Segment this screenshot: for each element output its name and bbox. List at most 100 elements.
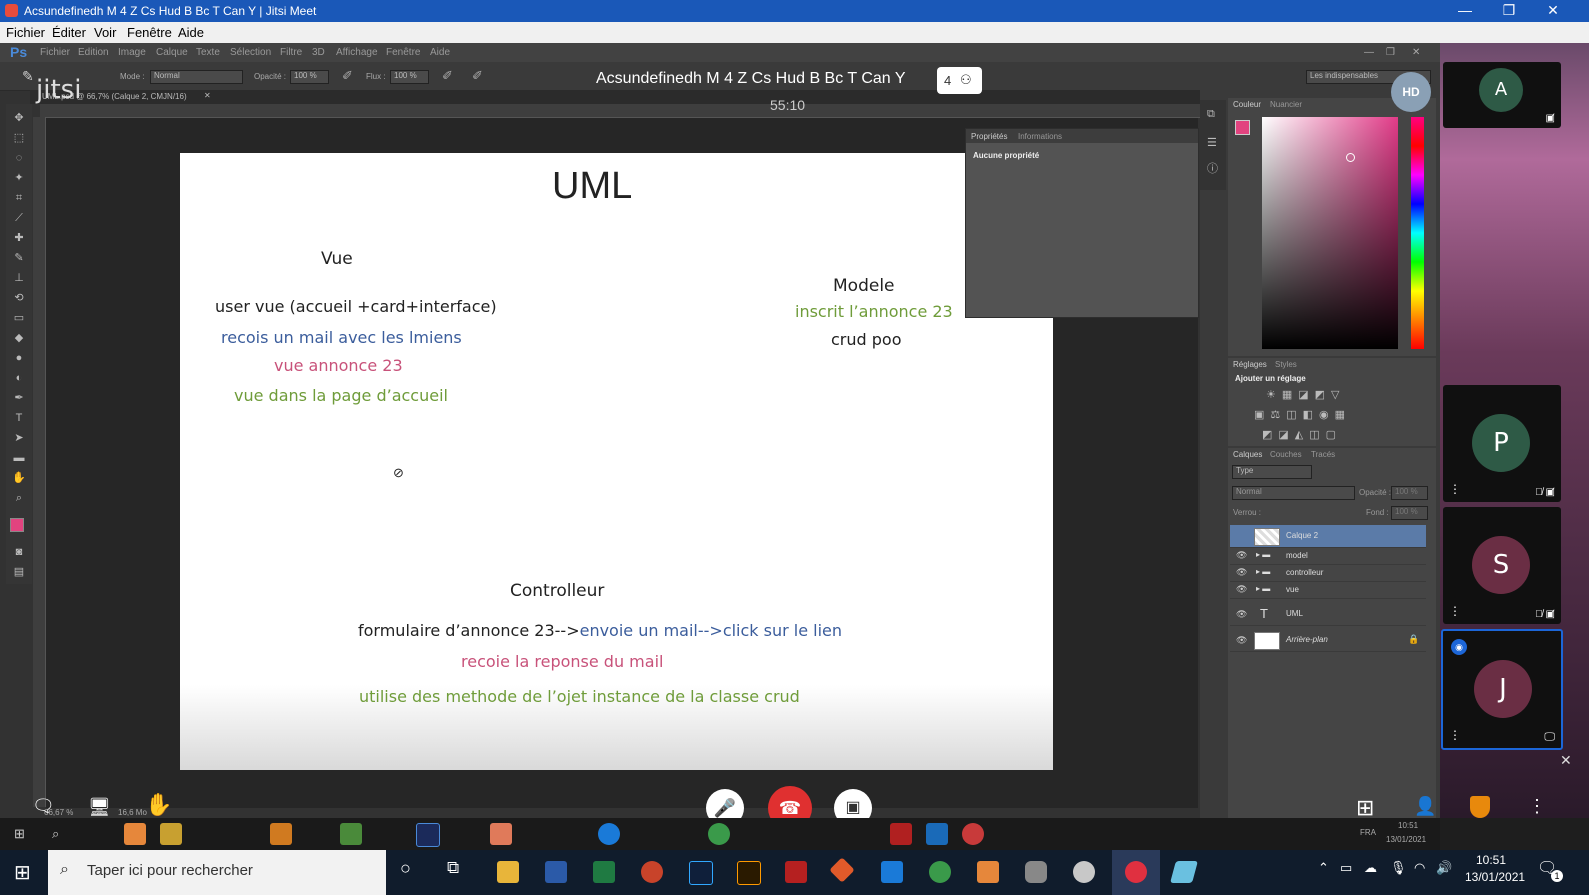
word-icon[interactable]: [545, 861, 567, 883]
battery-icon[interactable]: ▭: [1340, 860, 1352, 876]
menu-aide[interactable]: Aide: [178, 25, 204, 40]
eraser-icon[interactable]: ▭: [12, 312, 26, 324]
visibility-eye-icon[interactable]: 👁: [1236, 550, 1247, 561]
hand-tool-icon[interactable]: ✋: [12, 472, 26, 484]
quick-mask-icon[interactable]: ◙: [12, 546, 26, 558]
tab-calques[interactable]: Calques: [1233, 450, 1262, 459]
bucket-icon[interactable]: ◆: [12, 332, 26, 344]
powerpoint-icon[interactable]: [641, 861, 663, 883]
document-tab[interactable]: UML.psd @ 66,7% (Calque 2, CMJN/16) ✕: [30, 90, 1200, 104]
remote-search-icon[interactable]: ⌕: [52, 826, 59, 842]
flux-field[interactable]: 100 %: [390, 70, 429, 84]
tab-reglages[interactable]: Réglages: [1233, 360, 1267, 369]
start-icon[interactable]: ⊞: [14, 860, 31, 885]
adjustment-icons-row[interactable]: ▣⚖◫◧◉▦: [1254, 408, 1351, 421]
pen-icon[interactable]: ✒: [12, 392, 26, 404]
tablet-icon[interactable]: ✐: [472, 68, 483, 84]
remote-app-icon[interactable]: [270, 823, 292, 845]
taskbar-search[interactable]: ⌕ Taper ici pour rechercher: [48, 850, 386, 895]
taskbar-date[interactable]: 13/01/2021: [1465, 870, 1525, 884]
photoshop-icon[interactable]: [689, 861, 713, 885]
cortana-icon[interactable]: ○: [400, 858, 411, 879]
screen-share-button-icon[interactable]: 🖥: [88, 797, 111, 818]
tab-styles[interactable]: Styles: [1275, 360, 1297, 369]
remote-app-icon[interactable]: [160, 823, 182, 845]
file-explorer-icon[interactable]: [497, 861, 519, 883]
tab-close-icon[interactable]: ✕: [204, 91, 211, 100]
magic-wand-icon[interactable]: ✦: [12, 172, 26, 184]
fill-field[interactable]: 100 %: [1391, 506, 1428, 520]
participant-tile[interactable]: P ⋮ 🎙̸ ▣̸: [1443, 385, 1561, 502]
ps-menu-item[interactable]: Affichage: [336, 47, 378, 58]
marquee-tool-icon[interactable]: ⬚: [12, 132, 26, 144]
type-tool-icon[interactable]: T: [12, 412, 26, 424]
chat-icon[interactable]: 🗨: [32, 796, 55, 817]
remote-jitsi-icon[interactable]: [962, 823, 984, 845]
ps-menu-item[interactable]: 3D: [312, 47, 325, 58]
participant-tile[interactable]: A ▣̸: [1443, 62, 1561, 128]
picker-handle[interactable]: [1346, 153, 1355, 162]
crop-tool-icon[interactable]: ⌗: [12, 192, 26, 204]
ps-menu-item[interactable]: Image: [118, 47, 146, 58]
active-jitsi-taskbar-item[interactable]: [1112, 850, 1160, 895]
menu-voir[interactable]: Voir: [94, 25, 116, 40]
uml-document-canvas[interactable]: UML Vue user vue (accueil +card+interfac…: [180, 153, 1053, 770]
task-view-icon[interactable]: ⧉: [447, 858, 459, 878]
ps-menu-item[interactable]: Sélection: [230, 47, 271, 58]
path-select-icon[interactable]: ➤: [12, 432, 26, 444]
opacity-field[interactable]: 100 %: [290, 70, 329, 84]
vscode-icon[interactable]: [881, 861, 903, 883]
ps-menu-item[interactable]: Fenêtre: [386, 47, 420, 58]
video-quality-badge[interactable]: HD: [1391, 72, 1431, 112]
layer-row[interactable]: 👁 ▸ ▬ vue: [1230, 581, 1426, 599]
layer-opacity-field[interactable]: 100 %: [1391, 486, 1428, 500]
ps-menu-item[interactable]: Fichier: [40, 47, 70, 58]
info-icon[interactable]: ⓘ: [1207, 160, 1218, 176]
stamp-icon[interactable]: ⊥: [12, 272, 26, 284]
shape-tool-icon[interactable]: ▬: [12, 452, 26, 464]
history-icon[interactable]: ⧉: [1207, 108, 1215, 121]
ps-minimize-icon[interactable]: —: [1364, 47, 1374, 58]
tray-chevron-icon[interactable]: ⌃: [1318, 860, 1329, 876]
more-options-icon[interactable]: ⋮: [1449, 728, 1461, 742]
layer-row[interactable]: 👁 ▸ ▬ model: [1230, 547, 1426, 565]
blend-mode-select[interactable]: Normal: [1232, 486, 1355, 500]
ps-restore-icon[interactable]: ❐: [1386, 47, 1395, 58]
maximize-icon[interactable]: ❐: [1494, 2, 1524, 19]
participant-count-badge[interactable]: 4 ⚇: [937, 67, 982, 94]
ps-menu-item[interactable]: Texte: [196, 47, 220, 58]
dodge-icon[interactable]: ◐: [12, 372, 26, 384]
visibility-eye-icon[interactable]: 👁: [1236, 609, 1247, 620]
volume-icon[interactable]: 🔊: [1436, 860, 1452, 876]
zoom-tool-icon[interactable]: ⌕: [12, 492, 26, 504]
taskbar-time[interactable]: 10:51: [1476, 853, 1506, 867]
security-shield-icon[interactable]: [1470, 796, 1490, 818]
layer-row[interactable]: 👁 T UML: [1230, 603, 1426, 626]
healing-brush-icon[interactable]: ✚: [12, 232, 26, 244]
color-picker-field[interactable]: [1262, 117, 1398, 349]
cloud-icon[interactable]: ☁: [1364, 860, 1377, 876]
history-brush-icon[interactable]: ⟲: [12, 292, 26, 304]
xampp-icon[interactable]: [977, 861, 999, 883]
visibility-eye-icon[interactable]: 👁: [1236, 567, 1247, 578]
ps-menu-item[interactable]: Calque: [156, 47, 188, 58]
remote-edge-icon[interactable]: [598, 823, 620, 845]
tab-traces[interactable]: Tracés: [1311, 450, 1335, 459]
adjustment-icons-row[interactable]: ☀▦◪◩▽: [1266, 388, 1346, 401]
app-icon[interactable]: [1073, 861, 1095, 883]
hue-slider[interactable]: [1411, 117, 1424, 349]
remote-start-icon[interactable]: ⊞: [14, 826, 25, 842]
visibility-eye-icon[interactable]: 👁: [1236, 584, 1247, 595]
more-options-icon[interactable]: ⋮: [1449, 482, 1461, 496]
tab-properties[interactable]: Propriétés: [971, 132, 1007, 141]
foreground-color-swatch[interactable]: [10, 518, 24, 532]
remote-photoshop-icon[interactable]: [416, 823, 440, 847]
filmstrip-toggle-icon[interactable]: ✕: [1560, 752, 1572, 769]
invite-icon[interactable]: 👤: [1414, 796, 1436, 817]
blur-icon[interactable]: ●: [12, 352, 26, 364]
tab-couches[interactable]: Couches: [1270, 450, 1302, 459]
adjustment-icons-row[interactable]: ◩◪◭◫▢: [1262, 428, 1342, 441]
menu-editer[interactable]: Éditer: [52, 25, 86, 40]
remote-app-icon[interactable]: [340, 823, 362, 845]
ps-menu-item[interactable]: Aide: [430, 47, 450, 58]
